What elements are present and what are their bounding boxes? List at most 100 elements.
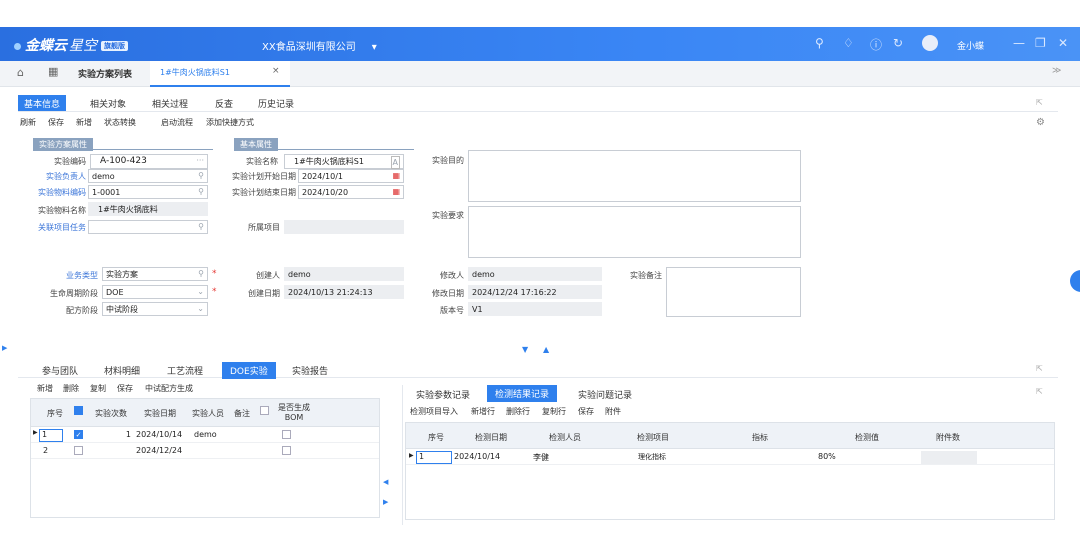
expand-icon[interactable]: ⇱	[1036, 98, 1043, 107]
subtab-history[interactable]: 历史记录	[258, 97, 294, 110]
seq-cell[interactable]: 1	[416, 451, 452, 464]
subtab-related-process[interactable]: 相关过程	[152, 97, 188, 110]
lifecycle-select[interactable]: DOE ⌄	[102, 285, 208, 299]
chevron-down-icon[interactable]: ⌄	[197, 286, 204, 297]
maximize-icon[interactable]: ❐	[1035, 36, 1046, 50]
task-field[interactable]: ⚲	[88, 220, 208, 234]
tester-cell[interactable]: 李健	[533, 452, 549, 463]
tab-team[interactable]: 参与团队	[42, 364, 78, 377]
subtab-reverse-lookup[interactable]: 反查	[215, 97, 233, 110]
table-row[interactable]: ▶ 1 ✓ 1 2024/10/14 demo	[31, 428, 379, 443]
expand-icon[interactable]: ⇱	[1036, 364, 1043, 373]
code-field[interactable]: A-100-423 ···	[90, 154, 208, 169]
note-textarea[interactable]	[666, 267, 801, 317]
bom-all-checkbox[interactable]	[260, 406, 269, 415]
start-flow-button[interactable]: 启动流程	[161, 117, 193, 128]
add-shortcut-button[interactable]: 添加快捷方式	[206, 117, 254, 128]
help-icon[interactable]: ⓘ	[870, 36, 882, 53]
tab-report[interactable]: 实验报告	[292, 364, 328, 377]
copy-row-button[interactable]: 复制	[90, 383, 106, 394]
tab-process[interactable]: 工艺流程	[167, 364, 203, 377]
bom-checkbox[interactable]	[282, 430, 291, 439]
notification-icon[interactable]: ♢	[843, 36, 854, 50]
person-cell[interactable]: demo	[194, 430, 217, 439]
home-icon[interactable]: ⌂	[17, 66, 24, 79]
requirement-textarea[interactable]	[468, 206, 801, 258]
subtab-related-objects[interactable]: 相关对象	[90, 97, 126, 110]
company-selector[interactable]: XX食品深圳有限公司 ▾	[262, 38, 377, 53]
save-lines-button[interactable]: 保存	[578, 406, 594, 417]
import-items-button[interactable]: 检测项目导入	[410, 406, 458, 417]
new-button[interactable]: 新增	[76, 117, 92, 128]
seq-cell[interactable]: 2	[43, 446, 48, 455]
search-icon[interactable]: ⚲	[198, 170, 204, 181]
collapse-icon[interactable]: ≫	[1052, 66, 1061, 76]
search-icon[interactable]: ⚲	[198, 221, 204, 232]
end-date-field[interactable]: 2024/10/20 ▦	[298, 185, 404, 199]
scroll-left-icon[interactable]: ◀	[383, 478, 388, 486]
delete-line-button[interactable]: 删除行	[506, 406, 530, 417]
test-date-cell[interactable]: 2024/10/14	[454, 452, 500, 461]
refresh-icon[interactable]: ↻	[893, 36, 903, 50]
chevron-down-icon[interactable]: ⌄	[197, 303, 204, 314]
side-expand-icon[interactable]: ▶	[2, 344, 7, 352]
add-line-button[interactable]: 新增行	[471, 406, 495, 417]
calendar-icon[interactable]: ▦	[392, 170, 400, 181]
splitter[interactable]	[402, 385, 403, 525]
recipe-stage-select[interactable]: 中试阶段 ⌄	[102, 302, 208, 316]
tab-param-records[interactable]: 实验参数记录	[416, 388, 470, 401]
collapse-up-icon[interactable]: ▲	[543, 345, 549, 354]
biz-type-field[interactable]: 实验方案 ⚲	[102, 267, 208, 281]
grid-menu-icon[interactable]: ▦	[48, 65, 58, 78]
minimize-icon[interactable]: —	[1013, 36, 1025, 50]
search-icon[interactable]: ⚲	[815, 36, 824, 50]
subtab-basic-info[interactable]: 基本信息	[18, 95, 67, 112]
purpose-textarea[interactable]	[468, 150, 801, 202]
bom-checkbox[interactable]	[282, 446, 291, 455]
table-row[interactable]: 2 2024/12/24	[31, 444, 379, 459]
username[interactable]: 金小蝶	[957, 39, 984, 52]
save-grid-button[interactable]: 保存	[117, 383, 133, 394]
tab-issue-records[interactable]: 实验问题记录	[578, 388, 632, 401]
side-drawer-handle[interactable]	[1070, 270, 1080, 292]
table-row[interactable]: ▶ 1 2024/10/14 李健 理化指标 80%	[406, 450, 1054, 465]
refresh-button[interactable]: 刷新	[20, 117, 36, 128]
avatar[interactable]	[922, 35, 938, 51]
calendar-icon[interactable]: ▦	[392, 186, 400, 197]
translate-icon[interactable]: A	[390, 156, 400, 169]
tab-test-results[interactable]: 检测结果记录	[487, 385, 558, 402]
expand-icon[interactable]: ⇱	[1036, 387, 1043, 396]
status-change-button[interactable]: 状态转换	[104, 117, 136, 128]
close-icon[interactable]: ✕	[1058, 36, 1068, 50]
more-icon[interactable]: ···	[196, 155, 204, 166]
tab-materials[interactable]: 材料明细	[104, 364, 140, 377]
material-code-field[interactable]: 1-0001 ⚲	[88, 185, 208, 199]
date-cell[interactable]: 2024/10/14	[136, 430, 182, 439]
start-date-field[interactable]: 2024/10/1 ▦	[298, 169, 404, 183]
select-all-checkbox[interactable]	[74, 406, 83, 415]
owner-field[interactable]: demo ⚲	[88, 169, 208, 183]
delete-row-button[interactable]: 删除	[63, 383, 79, 394]
seq-cell[interactable]: 1	[39, 429, 63, 442]
search-icon[interactable]: ⚲	[198, 186, 204, 197]
value-cell[interactable]: 80%	[818, 452, 836, 461]
row-checkbox[interactable]: ✓	[74, 430, 83, 439]
tab-scheme-list[interactable]: 实验方案列表	[78, 67, 132, 80]
row-checkbox[interactable]	[74, 446, 83, 455]
attachment-button[interactable]: 附件	[605, 406, 621, 417]
test-item-cell[interactable]: 理化指标	[638, 452, 666, 462]
name-field[interactable]: 1#牛肉火锅底料S1 A	[284, 154, 404, 169]
date-cell[interactable]: 2024/12/24	[136, 446, 182, 455]
save-button[interactable]: 保存	[48, 117, 64, 128]
app-logo[interactable]: 金蝶云 星空 旗舰版	[14, 35, 128, 55]
collapse-down-icon[interactable]: ▼	[522, 345, 528, 354]
pilot-recipe-button[interactable]: 中试配方生成	[145, 383, 193, 394]
tab-close-icon[interactable]: ×	[272, 66, 280, 76]
search-icon[interactable]: ⚲	[198, 268, 204, 279]
count-cell[interactable]: 1	[117, 430, 131, 439]
scroll-right-icon[interactable]: ▶	[383, 498, 388, 506]
copy-line-button[interactable]: 复制行	[542, 406, 566, 417]
settings-gear-icon[interactable]: ⚙	[1036, 117, 1045, 128]
tab-doe[interactable]: DOE实验	[222, 362, 276, 379]
tab-current-doc[interactable]: 1#牛肉火锅底料S1 ×	[150, 61, 290, 87]
